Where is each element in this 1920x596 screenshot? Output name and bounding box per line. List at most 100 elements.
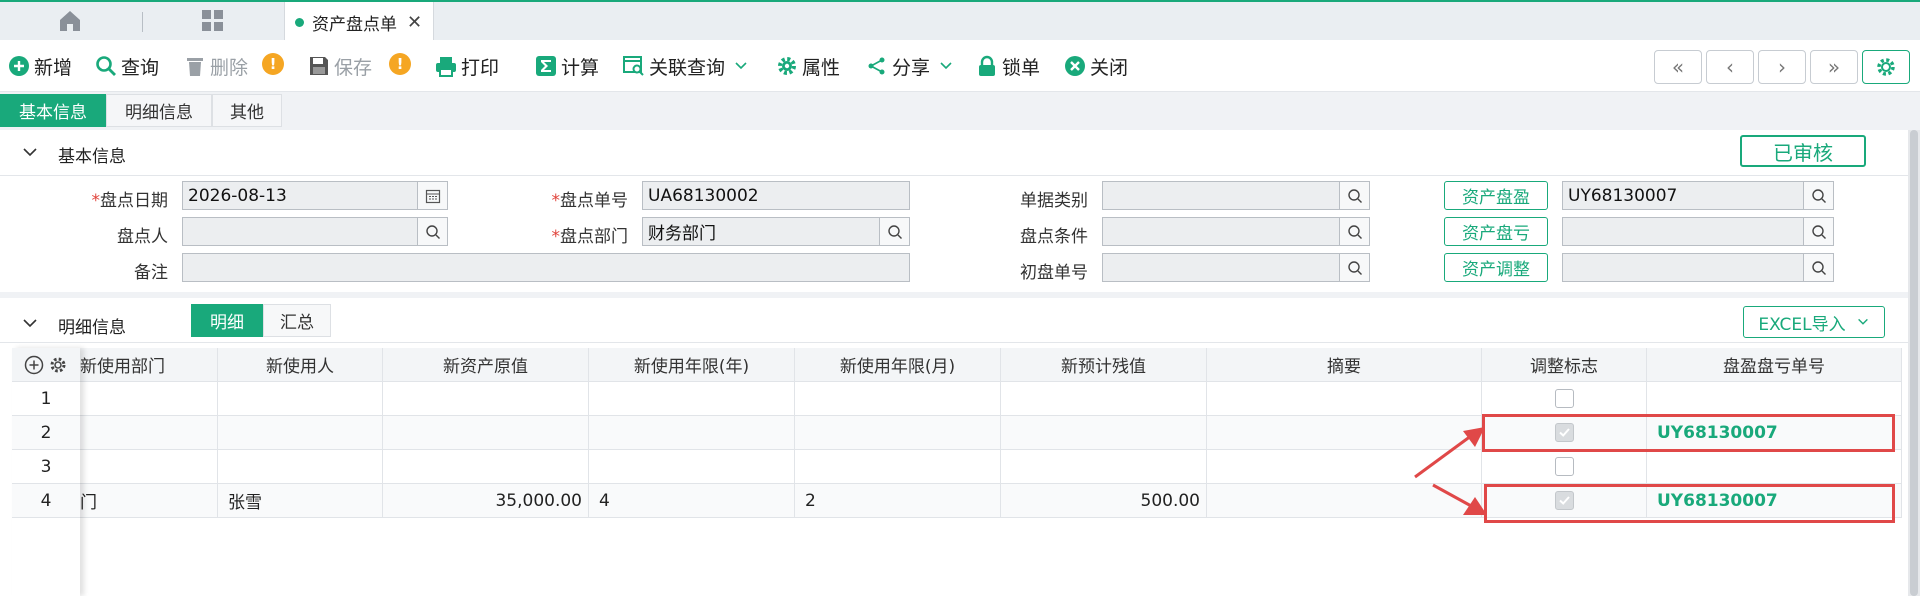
column-header-months[interactable]: 新使用年限(月) <box>795 348 1001 382</box>
tab-detail-info[interactable]: 明细信息 <box>106 94 212 127</box>
search-icon[interactable] <box>879 218 909 245</box>
search-icon[interactable] <box>1339 182 1369 209</box>
table-cell[interactable] <box>1207 382 1482 416</box>
segment-detail[interactable]: 明细 <box>191 304 263 337</box>
dept-field[interactable]: 财务部门 <box>642 217 910 246</box>
delete-button[interactable]: 删除 <box>184 52 248 80</box>
chevron-down-icon[interactable] <box>22 315 38 331</box>
next-record-button[interactable]: › <box>1758 50 1806 84</box>
segment-summary[interactable]: 汇总 <box>263 304 331 337</box>
number-field[interactable]: UA68130002 <box>642 181 910 210</box>
table-cell[interactable] <box>589 416 795 450</box>
asset-surplus-button[interactable]: 资产盘盈 <box>1444 181 1548 210</box>
table-cell[interactable] <box>218 382 383 416</box>
column-header-dept[interactable]: 新使用部门 <box>80 348 218 382</box>
related-query-dropdown[interactable]: 关联查询 <box>623 52 749 80</box>
column-settings-gear-icon[interactable] <box>48 355 68 375</box>
share-icon <box>868 57 885 75</box>
excel-import-dropdown[interactable]: EXCEL导入 <box>1743 306 1885 338</box>
adjust-flag-checkbox[interactable] <box>1554 389 1574 408</box>
scrollbar-thumb[interactable] <box>1910 130 1918 596</box>
table-cell[interactable] <box>383 450 589 484</box>
table-cell <box>1482 450 1647 484</box>
warning-icon[interactable]: ! <box>389 53 411 75</box>
column-header-order[interactable]: 盘盈盘亏单号 <box>1647 348 1902 382</box>
previous-record-button[interactable]: ‹ <box>1706 50 1754 84</box>
table-cell[interactable] <box>383 382 589 416</box>
print-button[interactable]: 打印 <box>435 52 499 80</box>
first-record-button[interactable]: « <box>1654 50 1702 84</box>
search-icon[interactable] <box>1339 218 1369 245</box>
person-field[interactable] <box>182 217 448 246</box>
share-dropdown[interactable]: 分享 <box>866 52 954 80</box>
table-cell[interactable] <box>795 416 1001 450</box>
condition-field[interactable] <box>1102 217 1370 246</box>
column-header-user[interactable]: 新使用人 <box>218 348 383 382</box>
table-cell[interactable] <box>1001 382 1207 416</box>
table-cell[interactable] <box>80 416 218 450</box>
add-row-icon[interactable] <box>24 355 44 375</box>
category-field[interactable] <box>1102 181 1370 210</box>
column-header-residual[interactable]: 新预计残值 <box>1001 348 1207 382</box>
vertical-scrollbar[interactable] <box>1908 130 1920 596</box>
table-cell[interactable] <box>218 450 383 484</box>
table-cell[interactable] <box>1001 450 1207 484</box>
table-cell[interactable]: 张雪 <box>218 484 383 518</box>
tab-bar: 资产盘点单 ✕ <box>0 0 1920 42</box>
column-header-flag[interactable]: 调整标志 <box>1482 348 1647 382</box>
asset-loss-button[interactable]: 资产盘亏 <box>1444 217 1548 246</box>
tab-basic-info[interactable]: 基本信息 <box>0 94 106 127</box>
asset-adjust-button[interactable]: 资产调整 <box>1444 253 1548 282</box>
save-button[interactable]: 保存 <box>308 52 372 80</box>
table-cell[interactable] <box>589 450 795 484</box>
table-cell[interactable] <box>1647 450 1902 484</box>
calc-button[interactable]: 计算 <box>535 52 599 80</box>
tab-asset-inventory[interactable]: 资产盘点单 ✕ <box>284 2 434 42</box>
search-icon[interactable] <box>1803 218 1833 245</box>
search-icon[interactable] <box>1803 254 1833 281</box>
row-number: 2 <box>12 416 80 450</box>
column-header-summary[interactable]: 摘要 <box>1207 348 1482 382</box>
table-cell[interactable] <box>383 416 589 450</box>
table-cell[interactable] <box>1001 416 1207 450</box>
table-cell[interactable]: 门 <box>80 484 218 518</box>
close-button[interactable]: 关闭 <box>1064 52 1128 80</box>
initial-no-field[interactable] <box>1102 253 1370 282</box>
table-cell[interactable]: 35,000.00 <box>383 484 589 518</box>
table-cell[interactable]: 2 <box>795 484 1001 518</box>
properties-button[interactable]: 属性 <box>776 52 840 80</box>
table-cell[interactable] <box>218 416 383 450</box>
warning-icon[interactable]: ! <box>262 53 284 75</box>
table-cell[interactable] <box>80 382 218 416</box>
search-icon[interactable] <box>1803 182 1833 209</box>
column-header-years[interactable]: 新使用年限(年) <box>589 348 795 382</box>
lock-button[interactable]: 锁单 <box>976 52 1040 80</box>
table-cell[interactable] <box>589 382 795 416</box>
loss-order-field[interactable] <box>1562 217 1834 246</box>
column-header-value[interactable]: 新资产原值 <box>383 348 589 382</box>
settings-button[interactable] <box>1862 50 1910 84</box>
adjust-flag-checkbox[interactable] <box>1554 457 1574 476</box>
table-cell[interactable]: 4 <box>589 484 795 518</box>
last-record-button[interactable]: » <box>1810 50 1858 84</box>
table-cell[interactable] <box>795 450 1001 484</box>
table-cell[interactable] <box>80 450 218 484</box>
close-tab-icon[interactable]: ✕ <box>407 12 422 33</box>
add-button[interactable]: 新增 <box>8 52 72 80</box>
table-cell[interactable]: 500.00 <box>1001 484 1207 518</box>
table-cell[interactable] <box>1647 382 1902 416</box>
surplus-order-field[interactable]: UY68130007 <box>1562 181 1834 210</box>
date-field[interactable]: 2026-08-13 <box>182 181 448 210</box>
home-icon[interactable] <box>57 8 83 34</box>
lock-label: 锁单 <box>1002 56 1041 79</box>
search-icon[interactable] <box>1339 254 1369 281</box>
tab-other[interactable]: 其他 <box>212 94 282 127</box>
table-cell[interactable] <box>795 382 1001 416</box>
search-icon[interactable] <box>417 218 447 245</box>
remark-field[interactable] <box>182 253 910 282</box>
chevron-down-icon[interactable] <box>22 144 38 160</box>
query-button[interactable]: 查询 <box>95 52 159 80</box>
apps-grid-icon[interactable] <box>200 8 226 34</box>
adjust-order-field[interactable] <box>1562 253 1834 282</box>
calendar-icon[interactable] <box>417 182 447 209</box>
